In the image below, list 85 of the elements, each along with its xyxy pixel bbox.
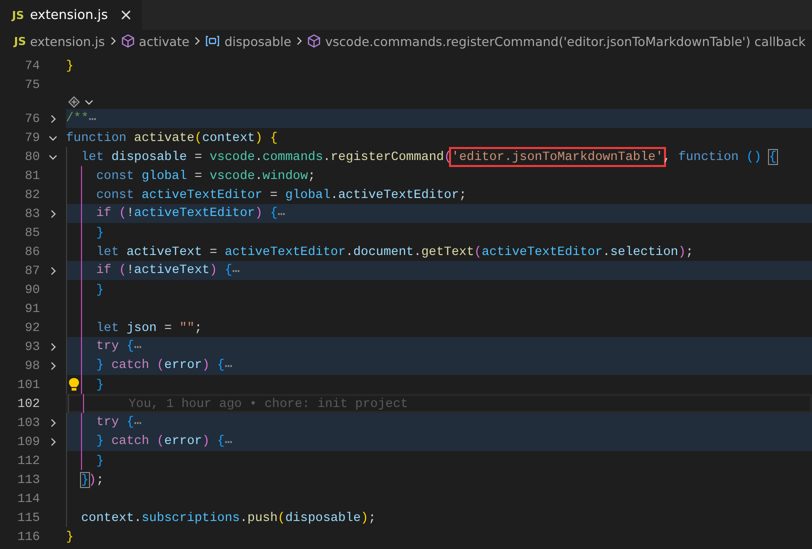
line-number: 93 [24,340,40,354]
js-file-label: JS [12,8,24,22]
code-line: try {⋯ [96,414,142,430]
line-number: 112 [16,454,40,468]
line-number: 86 [24,244,40,258]
code-line: if (!activeText) {⋯ [96,262,240,278]
highlighted-string: 'editor.jsonToMarkdownTable' [452,150,664,164]
line-number: 115 [16,510,40,524]
line-number: 90 [24,282,40,296]
code-line: if (!activeTextEditor) {⋯ [96,206,286,222]
line-number: 114 [16,492,40,506]
line-number: 87 [24,264,40,278]
code-token: , [663,150,672,164]
line-number: 109 [16,434,40,448]
line-number: 116 [16,530,40,544]
code-line: } [66,530,74,544]
fold-chevron-icon[interactable] [48,266,58,276]
chevron-right-icon[interactable] [294,36,304,46]
fold-chevron-icon[interactable] [48,360,58,370]
line-number: 79 [24,130,40,144]
code-line: } [96,226,104,240]
code-line: context.subscriptions.push(disposable); [81,510,376,524]
line-number: 101 [16,378,40,392]
breadcrumb-item[interactable]: activate [138,34,190,48]
code-token: = [193,150,204,164]
cube-icon [120,34,135,48]
fold-chevron-icon[interactable] [48,342,58,352]
code-line: } [96,282,104,296]
line-number: 102 [16,396,40,410]
code-token: commands [262,150,324,164]
code-line: } [96,378,104,392]
code-token: disposable [110,150,187,164]
breadcrumb-item[interactable]: extension.js [30,34,105,48]
close-icon[interactable] [120,9,132,21]
line-number: 103 [16,416,40,430]
line-number: 76 [24,112,40,126]
cube-icon [307,34,322,48]
code-line: let activeText = activeTextEditor.document.getText(activeTextEditor.selection); [96,244,694,258]
chevron-right-icon[interactable] [192,36,202,46]
codelens-icon[interactable] [68,96,80,108]
line-number: 98 [24,358,40,372]
code-line: const activeTextEditor = global.activeTextEditor; [96,188,467,202]
fold-chevron-icon[interactable] [48,418,58,428]
breadcrumb-item[interactable]: vscode.commands.registerCommand('editor.jsonToMarkdownTable') callback [325,34,806,48]
line-number: 80 [24,150,40,164]
fold-chevron-icon[interactable] [48,208,58,218]
breadcrumb-item[interactable]: disposable [224,34,292,48]
code-line: let json = ""; [96,320,202,334]
code-token: () [745,150,762,164]
lightbulb-icon[interactable] [68,377,80,392]
code-line: /**⋯ [66,110,96,126]
line-number: 85 [24,226,40,240]
code-token: . [323,150,331,164]
editor-tab[interactable]: JS extension.js [0,0,142,30]
matching-bracket: { [768,150,777,164]
code-token: ; [96,472,104,486]
js-file-label: JS [14,34,26,48]
code-line: } [66,58,74,72]
code-token: function [678,150,739,164]
line-number: 91 [24,302,40,316]
code-token: let [81,150,104,164]
fold-chevron-icon[interactable] [48,436,58,446]
code-token: vscode [210,150,255,164]
tab-title: extension.js [30,8,108,22]
code-token: registerCommand [330,150,444,164]
code-line: } catch (error) {⋯ [96,358,232,374]
code-line: } catch (error) {⋯ [96,434,232,450]
line-number: 75 [24,78,40,92]
code-line: function activate(context) { [66,130,278,144]
line-number: 81 [24,168,40,182]
code-line: } [96,454,104,468]
matching-bracket: } [81,472,89,486]
line-number: 113 [16,472,40,486]
inline-blame-text: You, 1 hour ago • chore: init project [128,396,408,410]
code-token: . [254,150,263,164]
code-line: try {⋯ [96,338,142,354]
code-token: ( [444,150,452,164]
code-line: const global = vscode.window; [96,168,316,182]
fold-chevron-icon[interactable] [48,114,58,124]
line-number: 83 [24,206,40,220]
line-number: 74 [24,58,40,72]
code-token: ) [88,472,96,486]
line-number: 82 [24,188,40,202]
variable-icon [205,35,220,47]
line-number: 92 [24,320,40,334]
